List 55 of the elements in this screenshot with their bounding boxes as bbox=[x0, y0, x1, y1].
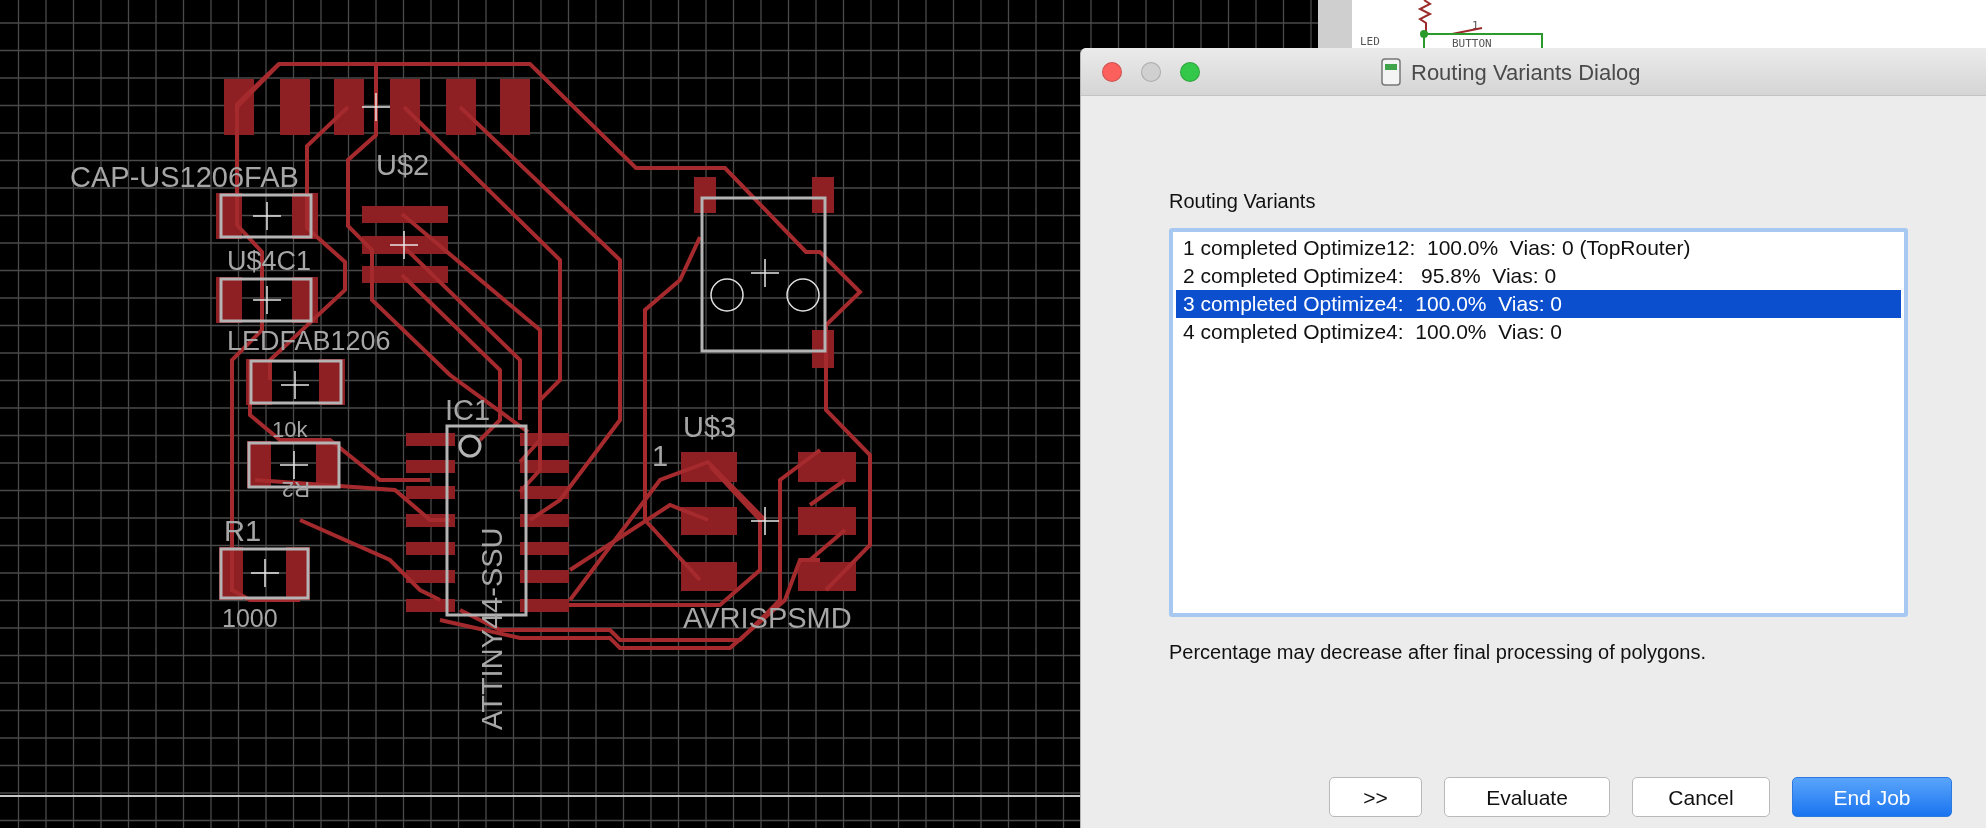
dialog-button[interactable]: >> bbox=[1329, 777, 1422, 817]
part-label: 1 bbox=[652, 440, 669, 472]
window-title: Routing Variants Dialog bbox=[1411, 58, 1641, 87]
part-label: ATTINY44-SSU bbox=[476, 527, 508, 730]
list-item[interactable]: 2 completed Optimize4: 95.8% Vias: 0 bbox=[1176, 262, 1901, 290]
origin-cross-icon bbox=[389, 230, 419, 260]
copper-pad bbox=[798, 452, 856, 482]
hole-outline bbox=[710, 278, 744, 312]
copper-pad bbox=[406, 542, 455, 555]
document-icon bbox=[1381, 58, 1401, 86]
list-item[interactable]: 4 completed Optimize4: 100.0% Vias: 0 bbox=[1176, 318, 1901, 346]
copper-pad bbox=[500, 79, 530, 135]
origin-cross-icon bbox=[252, 285, 282, 315]
part-label: U$2 bbox=[376, 149, 430, 181]
copper-pad bbox=[446, 79, 476, 135]
copper-pad bbox=[798, 562, 856, 591]
origin-cross-icon bbox=[279, 450, 309, 480]
copper-pad bbox=[406, 599, 455, 612]
schematic-label: BUTTON bbox=[1452, 38, 1492, 49]
part-label: U$3 bbox=[683, 411, 737, 443]
copper-pad bbox=[681, 562, 737, 591]
copper-pad bbox=[280, 79, 310, 135]
variants-list[interactable]: 1 completed Optimize12: 100.0% Vias: 0 (TopRouter) 2 completed Optimize4: 95.8% Vias: 0 3 completed Optimize4: 100.0% Vias: 0 4 completed Optimize4: 100.0% Vias: 0 bbox=[1169, 228, 1908, 617]
origin-cross-icon bbox=[252, 201, 282, 231]
copper-pad bbox=[681, 507, 737, 535]
dialog-button[interactable]: Cancel bbox=[1632, 777, 1770, 817]
copper-pad bbox=[390, 79, 420, 135]
copper-pad bbox=[694, 177, 716, 213]
part-label: IC1 bbox=[445, 394, 491, 426]
origin-cross-icon bbox=[280, 370, 310, 400]
origin-cross-icon bbox=[750, 258, 780, 288]
origin-cross-icon bbox=[361, 92, 391, 122]
part-label: 1000 bbox=[222, 604, 278, 632]
origin-cross-icon bbox=[250, 558, 280, 588]
hole-outline bbox=[786, 278, 820, 312]
note-text: Percentage may decrease after final processing of polygons. bbox=[1169, 640, 1707, 665]
dialog-button[interactable]: Evaluate bbox=[1444, 777, 1610, 817]
list-item[interactable]: 1 completed Optimize12: 100.0% Vias: 0 (TopRouter) bbox=[1176, 234, 1901, 262]
copper-pad bbox=[334, 79, 364, 135]
copper-pad bbox=[520, 570, 569, 583]
copper-pad bbox=[406, 486, 455, 499]
schematic-label: LED bbox=[1360, 36, 1380, 47]
list-label: Routing Variants bbox=[1169, 189, 1317, 214]
list-item[interactable]: 3 completed Optimize4: 100.0% Vias: 0 bbox=[1176, 290, 1901, 318]
zoom-button[interactable] bbox=[1180, 61, 1200, 82]
copper-pad bbox=[520, 599, 569, 612]
part-label: R2 bbox=[281, 477, 310, 502]
close-button[interactable] bbox=[1102, 61, 1122, 82]
part-label: 10k bbox=[272, 417, 308, 442]
origin-cross-icon bbox=[750, 506, 780, 536]
copper-pad bbox=[520, 542, 569, 555]
pin-marker bbox=[458, 434, 482, 458]
copper-pad bbox=[406, 460, 455, 473]
copper-pad bbox=[798, 507, 856, 535]
copper-pad bbox=[406, 433, 455, 446]
